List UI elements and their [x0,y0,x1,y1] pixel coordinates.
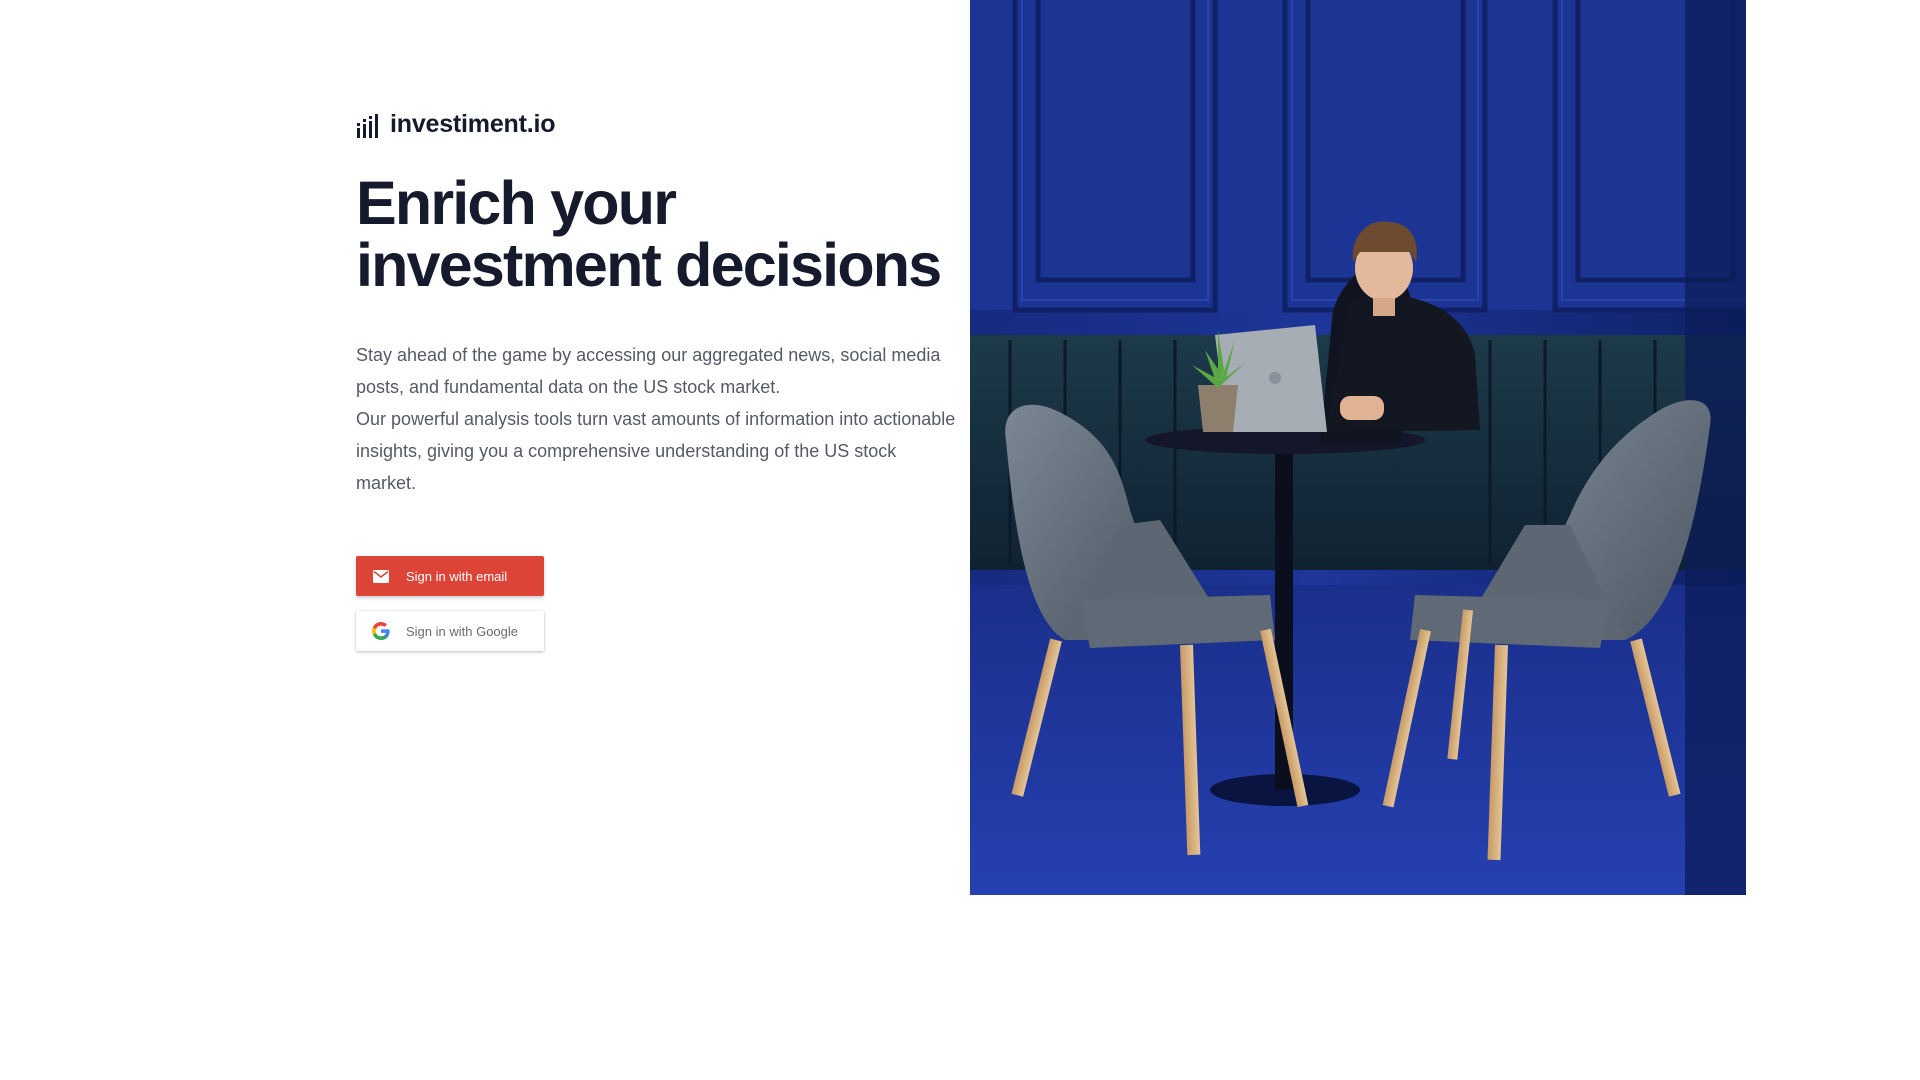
sign-in-google-button[interactable]: Sign in with Google [356,611,544,651]
intro-panel: investiment.io Enrich your investment de… [356,0,956,1080]
bar-chart-icon [357,113,378,138]
login-page: investiment.io Enrich your investment de… [0,0,1920,1080]
google-logo-icon [372,622,390,640]
cafe-scene-illustration [970,0,1746,895]
description-paragraph-2: Our powerful analysis tools turn vast am… [356,409,956,493]
sign-in-email-label: Sign in with email [406,568,508,584]
sign-in-google-label: Sign in with Google [406,623,519,639]
description-paragraph-1: Stay ahead of the game by accessing our … [356,345,941,397]
sign-in-email-button[interactable]: Sign in with email [356,556,544,596]
page-title: Enrich your investment decisions [356,169,942,299]
hero-photo [970,0,1746,895]
brand-name: investiment.io [390,110,556,138]
mail-icon [372,567,390,585]
brand[interactable]: investiment.io [356,110,555,139]
description: Stay ahead of the game by accessing our … [356,339,956,499]
